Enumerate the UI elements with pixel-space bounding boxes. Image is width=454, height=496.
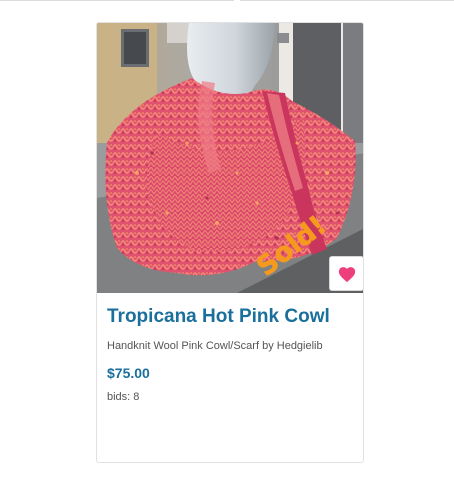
- product-price: $75.00: [107, 365, 150, 381]
- favorite-button[interactable]: [329, 256, 363, 291]
- product-image: [97, 23, 363, 293]
- product-details: Tropicana Hot Pink Cowl Handknit Wool Pi…: [97, 305, 363, 404]
- page: Sold! Tropicana Hot Pink Cowl Handknit W…: [0, 0, 454, 496]
- top-divider: [240, 0, 454, 1]
- product-photo[interactable]: Sold!: [97, 23, 363, 293]
- product-card[interactable]: Sold! Tropicana Hot Pink Cowl Handknit W…: [96, 22, 364, 463]
- bids-info: bids: 8: [107, 390, 353, 404]
- bids-count: 8: [133, 391, 140, 403]
- bids-label: bids:: [107, 391, 131, 403]
- top-divider: [0, 0, 234, 1]
- product-title[interactable]: Tropicana Hot Pink Cowl: [107, 305, 353, 329]
- heart-icon: [338, 266, 355, 282]
- product-subtitle: Handknit Wool Pink Cowl/Scarf by Hedgiel…: [107, 340, 323, 352]
